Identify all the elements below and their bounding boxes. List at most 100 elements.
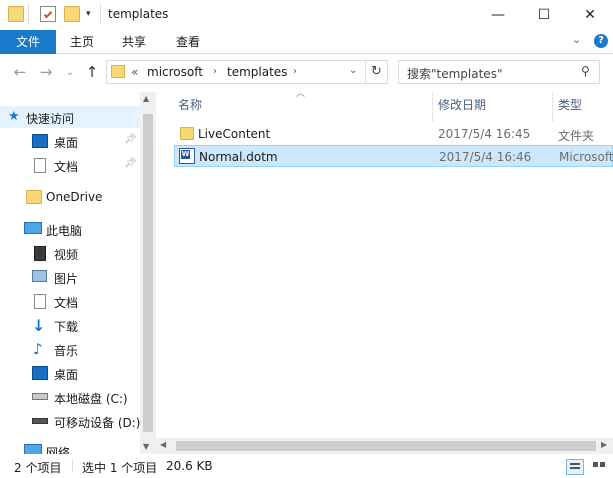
pin-icon: 📌︎: [124, 158, 137, 169]
chevron-down-icon[interactable]: ⌄: [572, 33, 586, 49]
navigation-pane: ★ 快速访问 桌面 📌︎ 文档 📌︎ OneDrive 此电脑 视频 图片 文档…: [0, 92, 156, 454]
scroll-right-icon[interactable]: ▶: [601, 440, 607, 449]
sidebar-item-label: 文档: [54, 160, 79, 174]
chevron-right-icon[interactable]: ›: [213, 66, 217, 77]
sidebar-item-label: 文档: [54, 296, 79, 310]
chevron-right-icon[interactable]: ›: [293, 66, 297, 77]
file-type: 文件夹: [558, 129, 595, 143]
close-button[interactable]: ✕: [567, 0, 613, 30]
sidebar-item-removable[interactable]: 可移动设备 (D:): [0, 410, 140, 432]
sidebar-item-pictures[interactable]: 图片: [0, 266, 140, 288]
column-header-type[interactable]: 类型: [558, 96, 582, 113]
tab-file[interactable]: 文件: [0, 30, 56, 54]
status-bar: 2 个项目 选中 1 个项目 20.6 KB: [0, 454, 613, 478]
separator: [72, 459, 73, 473]
sidebar-item-local-disk[interactable]: 本地磁盘 (C:): [0, 386, 140, 408]
refresh-icon[interactable]: ↻: [371, 64, 382, 79]
list-item[interactable]: LiveContent 2017/5/4 16:45 文件夹: [174, 123, 613, 145]
scroll-left-icon[interactable]: ◀: [160, 440, 166, 449]
column-divider[interactable]: [552, 92, 553, 122]
sidebar-item-documents-pc[interactable]: 文档: [0, 290, 140, 312]
separator: [100, 4, 101, 24]
tab-view[interactable]: 查看: [164, 30, 212, 54]
file-name: Normal.dotm: [199, 150, 278, 164]
desktop-icon: [32, 366, 48, 380]
search-box[interactable]: 搜索"templates" ⚲: [398, 60, 600, 84]
search-input[interactable]: 搜索"templates": [407, 65, 502, 82]
download-icon: ↓: [32, 316, 46, 335]
video-icon: [34, 246, 46, 261]
sidebar-item-label: 网络: [46, 446, 71, 454]
tab-home[interactable]: 主页: [58, 30, 106, 54]
sidebar-item-videos[interactable]: 视频: [0, 242, 140, 264]
selection-count: 选中 1 个项目: [82, 461, 158, 475]
computer-icon: [24, 222, 42, 234]
sidebar-item-network[interactable]: 网络: [0, 440, 140, 454]
item-count: 2 个项目: [14, 461, 62, 475]
music-icon: ♪: [33, 340, 43, 358]
folder-icon: [8, 6, 24, 22]
column-divider[interactable]: [432, 92, 433, 122]
sort-ascending-icon: ︿: [296, 89, 306, 99]
document-icon: [34, 294, 46, 309]
sidebar-item-onedrive[interactable]: OneDrive: [0, 186, 140, 208]
word-template-icon: W: [179, 148, 195, 164]
large-icons-view-button[interactable]: [590, 459, 608, 475]
separator: [28, 4, 29, 24]
document-icon: [34, 158, 46, 173]
sidebar-item-downloads[interactable]: ↓ 下载: [0, 314, 140, 336]
sidebar-item-label: 快速访问: [26, 112, 75, 126]
address-dropdown-icon[interactable]: ⌄: [349, 65, 357, 76]
ribbon-tabs: 文件 主页 共享 查看 ⌄ ?: [0, 30, 613, 54]
details-view-button[interactable]: [566, 459, 584, 475]
star-icon: ★: [8, 109, 20, 124]
sidebar-item-desktop-pc[interactable]: 桌面: [0, 362, 140, 384]
breadcrumb-overflow[interactable]: «: [131, 65, 138, 79]
address-bar[interactable]: « microsoft › templates › ⌄ ↻: [106, 60, 388, 84]
column-header-name[interactable]: 名称: [178, 96, 202, 113]
selection-size: 20.6 KB: [166, 459, 213, 473]
forward-button[interactable]: →: [36, 62, 56, 82]
scroll-up-icon[interactable]: ▲: [143, 94, 149, 103]
title-bar: ▾ templates — ☐ ✕: [0, 0, 613, 30]
horizontal-scroll-thumb[interactable]: [176, 441, 596, 451]
window-title: templates: [108, 7, 169, 21]
sidebar-item-music[interactable]: ♪ 音乐: [0, 338, 140, 360]
help-icon[interactable]: ?: [594, 34, 608, 48]
list-item[interactable]: W Normal.dotm 2017/5/4 16:46 Microsoft: [174, 145, 613, 167]
sidebar-item-label: 视频: [54, 248, 79, 262]
sidebar-item-label: 本地磁盘 (C:): [54, 392, 128, 406]
sidebar-item-label: OneDrive: [46, 190, 103, 204]
sidebar-item-label: 可移动设备 (D:): [54, 416, 141, 430]
column-header-date[interactable]: 修改日期: [438, 96, 486, 113]
sidebar-item-label: 此电脑: [46, 224, 83, 238]
tab-share[interactable]: 共享: [110, 30, 158, 54]
new-folder-icon[interactable]: [64, 6, 80, 22]
sidebar-item-this-pc[interactable]: 此电脑: [0, 218, 140, 240]
recent-locations-button[interactable]: ⌄: [60, 62, 80, 82]
minimize-button[interactable]: —: [475, 0, 521, 30]
sidebar-scroll-thumb[interactable]: [143, 114, 153, 432]
search-icon[interactable]: ⚲: [581, 64, 590, 78]
separator: [365, 61, 366, 83]
sidebar-item-label: 图片: [54, 272, 79, 286]
customize-toolbar-icon[interactable]: ▾: [86, 9, 91, 19]
scroll-down-icon[interactable]: ▼: [143, 442, 149, 451]
sidebar-item-quick-access[interactable]: ★ 快速访问: [0, 106, 140, 128]
file-date: 2017/5/4 16:46: [439, 150, 532, 164]
usb-drive-icon: [32, 418, 48, 424]
picture-icon: [32, 270, 47, 282]
sidebar-item-desktop[interactable]: 桌面 📌︎: [0, 130, 140, 152]
drive-icon: [32, 393, 48, 400]
folder-icon: [26, 190, 42, 204]
up-button[interactable]: ↑: [82, 62, 102, 82]
maximize-button[interactable]: ☐: [521, 0, 567, 30]
sidebar-item-label: 下载: [54, 320, 79, 334]
back-button[interactable]: ←: [10, 62, 30, 82]
sidebar-item-label: 桌面: [54, 136, 79, 150]
properties-icon[interactable]: [40, 6, 56, 22]
breadcrumb-templates[interactable]: templates: [227, 65, 287, 79]
sidebar-item-documents[interactable]: 文档 📌︎: [0, 154, 140, 176]
breadcrumb-microsoft[interactable]: microsoft: [147, 65, 203, 79]
file-type: Microsoft: [559, 150, 613, 164]
